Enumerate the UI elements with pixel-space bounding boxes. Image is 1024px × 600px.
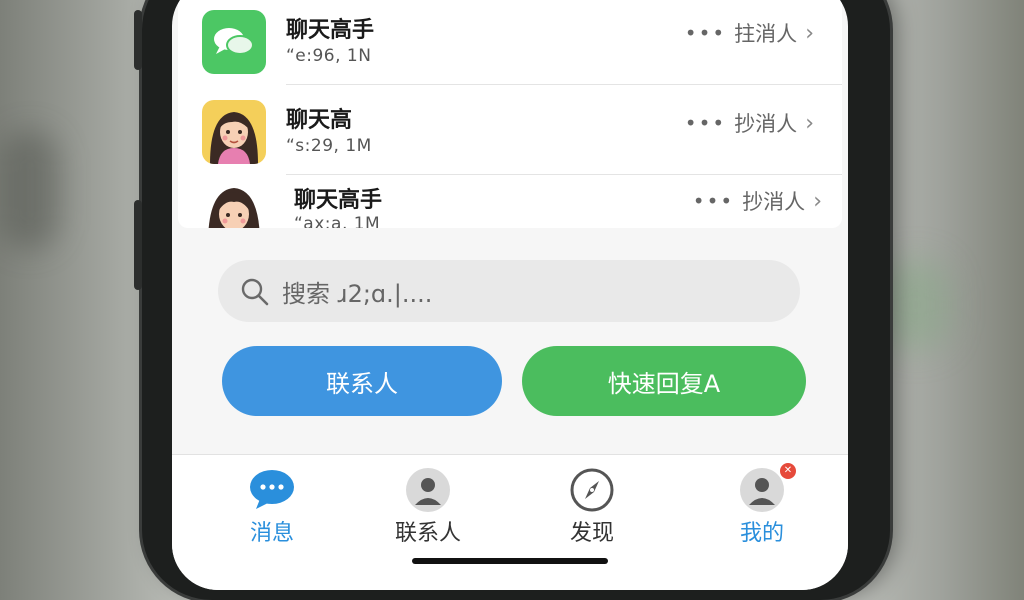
search-input[interactable]: 搜索 ɹ2;ɑ.|.... xyxy=(218,260,800,322)
phone-screen: 聊天高手 “e:96, 1N ••• 拄消人 › 聊天高 “s:29, 1M •… xyxy=(172,0,848,590)
chat-bubble-icon xyxy=(246,467,298,513)
chat-preview: “e:96, 1N xyxy=(286,46,372,66)
chevron-right-icon: › xyxy=(805,110,814,136)
chat-list-item[interactable]: 聊天高手 “e:96, 1N ••• 拄消人 › xyxy=(178,0,842,86)
chat-list: 聊天高手 “e:96, 1N ••• 拄消人 › 聊天高 “s:29, 1M •… xyxy=(178,0,842,228)
chat-name: 聊天高手 xyxy=(294,188,383,213)
chevron-right-icon: › xyxy=(813,188,822,214)
quick-reply-button[interactable]: 快速回复A xyxy=(522,346,806,416)
chat-action-label: 抄消人 xyxy=(734,112,798,136)
divider xyxy=(286,174,842,175)
search-icon xyxy=(240,277,270,311)
tab-bar: 消息 联系人 发现 ✕ 我的 xyxy=(172,454,848,590)
tab-label: 联系人 xyxy=(394,521,461,546)
background-blur xyxy=(0,130,60,250)
more-dots-icon[interactable]: ••• xyxy=(685,111,726,135)
chat-list-item[interactable]: 聊天高手 “ax:a, 1M ••• 抄消人 › xyxy=(178,180,842,228)
chat-action-label: 抄消人 xyxy=(742,190,806,214)
chat-meta: ••• 拄消人 › xyxy=(685,18,814,48)
avatar xyxy=(202,180,266,228)
chat-preview: “s:29, 1M xyxy=(286,136,372,156)
tab-label: 消息 xyxy=(249,521,294,546)
more-dots-icon[interactable]: ••• xyxy=(685,21,726,45)
chevron-right-icon: › xyxy=(805,20,814,46)
tab-label: 我的 xyxy=(739,521,784,546)
person-icon xyxy=(402,467,454,513)
divider xyxy=(286,84,842,85)
chat-meta: ••• 抄消人 › xyxy=(685,108,814,138)
chat-list-item[interactable]: 聊天高 “s:29, 1M ••• 抄消人 › xyxy=(178,90,842,176)
contacts-button[interactable]: 联系人 xyxy=(222,346,502,416)
chat-action-label: 拄消人 xyxy=(734,22,798,46)
more-dots-icon[interactable]: ••• xyxy=(693,189,734,213)
home-indicator[interactable] xyxy=(412,558,608,564)
tab-label: 发现 xyxy=(569,521,614,546)
phone-side-button xyxy=(134,200,142,290)
background-blur xyxy=(880,260,950,350)
avatar xyxy=(202,100,266,164)
chat-preview: “ax:a, 1M xyxy=(294,214,381,228)
search-placeholder: 搜索 ɹ2;ɑ.|.... xyxy=(282,280,433,308)
messages-app-icon xyxy=(202,10,266,74)
notification-badge: ✕ xyxy=(780,463,796,479)
chat-name: 聊天高 xyxy=(286,108,353,133)
compass-icon xyxy=(566,467,618,513)
phone-side-button xyxy=(134,10,142,70)
chat-name: 聊天高手 xyxy=(286,18,375,43)
chat-meta: ••• 抄消人 › xyxy=(693,186,822,216)
